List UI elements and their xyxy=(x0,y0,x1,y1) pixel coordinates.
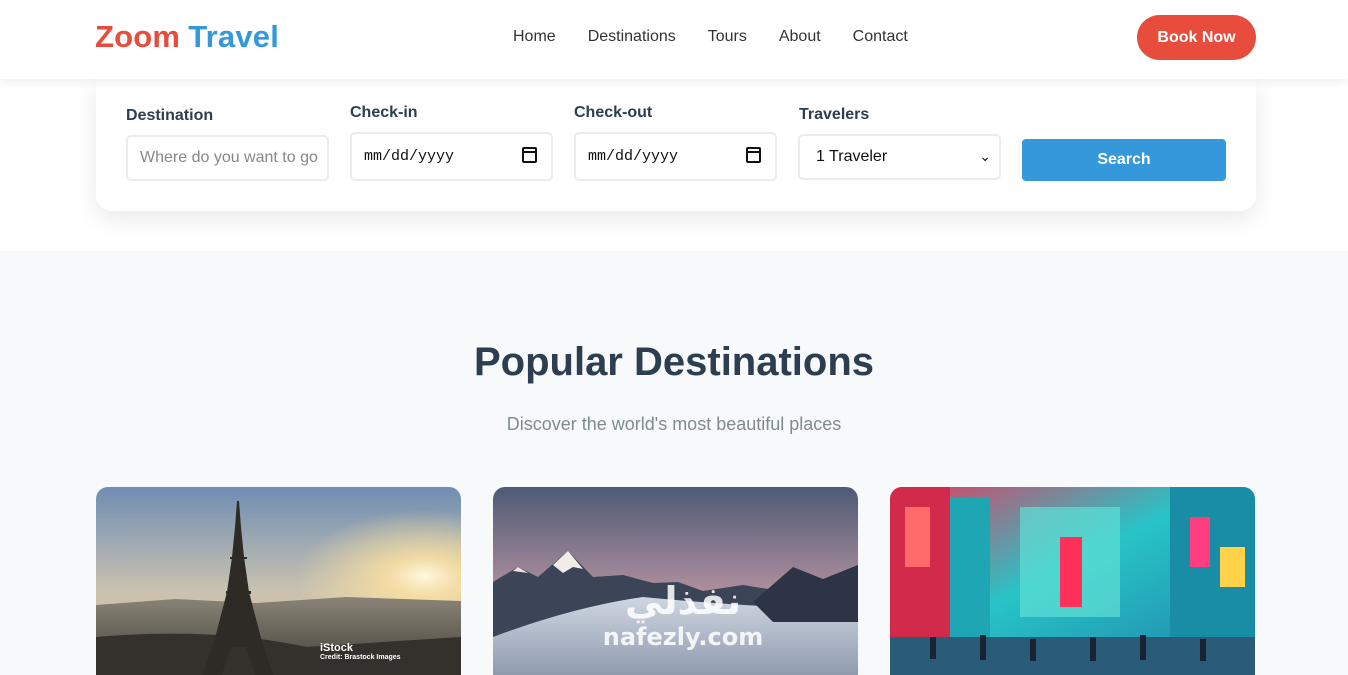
travelers-label: Travelers xyxy=(799,106,870,123)
checkout-date-input[interactable]: mm/dd/yyyy xyxy=(574,132,777,181)
main-nav: Home Destinations Tours About Contact xyxy=(513,28,908,46)
chevron-down-icon: ⌄ xyxy=(979,148,991,164)
nav-tours[interactable]: Tours xyxy=(708,28,747,46)
site-header: Zoom Travel Home Destinations Tours About… xyxy=(0,0,1348,79)
destination-card-paris[interactable]: iStock Credit: Brastock Images xyxy=(96,487,461,675)
destination-input[interactable]: Where do you want to go xyxy=(126,135,329,181)
checkin-date-input[interactable]: mm/dd/yyyy xyxy=(350,132,553,181)
nav-about[interactable]: About xyxy=(779,28,821,46)
destination-label: Destination xyxy=(126,107,214,124)
section-subtitle: Discover the world's most beautiful plac… xyxy=(506,414,842,434)
nav-home[interactable]: Home xyxy=(513,28,556,46)
calendar-icon[interactable] xyxy=(522,147,537,163)
destination-card-tokyo[interactable] xyxy=(890,487,1255,675)
checkin-value: mm/dd/yyyy xyxy=(364,148,455,165)
destination-field: Destination xyxy=(126,107,213,125)
destination-placeholder: Where do you want to go xyxy=(140,149,318,166)
credit-text: Credit: Brastock Images xyxy=(320,654,401,661)
watermark-arabic: نفذلي xyxy=(624,579,742,623)
checkout-value: mm/dd/yyyy xyxy=(588,148,679,165)
checkin-field: Check-in xyxy=(350,104,418,122)
image-credit: iStock Credit: Brastock Images xyxy=(320,642,401,661)
calendar-icon[interactable] xyxy=(746,147,761,163)
credit-brand: iStock xyxy=(320,642,354,654)
destination-card-mountains[interactable]: نفذلي nafezly.com xyxy=(493,487,858,675)
travelers-field: Travelers xyxy=(799,106,869,124)
search-button[interactable]: Search xyxy=(1022,139,1226,181)
nav-contact[interactable]: Contact xyxy=(853,28,908,46)
eiffel-tower-image xyxy=(96,487,461,675)
travelers-select[interactable]: 1 Traveler ⌄ xyxy=(798,134,1001,180)
checkin-label: Check-in xyxy=(350,104,418,121)
checkout-label: Check-out xyxy=(574,104,653,121)
logo-word-travel: Travel xyxy=(188,19,280,54)
book-now-button[interactable]: Book Now xyxy=(1137,15,1256,60)
tokyo-street-image xyxy=(890,487,1255,675)
watermark: نفذلي nafezly.com xyxy=(593,579,773,651)
logo-word-zoom: Zoom xyxy=(95,19,181,54)
checkout-field: Check-out xyxy=(574,104,652,122)
section-title: Popular Destinations xyxy=(473,340,875,384)
nav-destinations[interactable]: Destinations xyxy=(588,28,676,46)
logo[interactable]: Zoom Travel xyxy=(95,19,279,55)
watermark-latin: nafezly.com xyxy=(602,623,764,651)
travelers-value: 1 Traveler xyxy=(816,148,888,165)
